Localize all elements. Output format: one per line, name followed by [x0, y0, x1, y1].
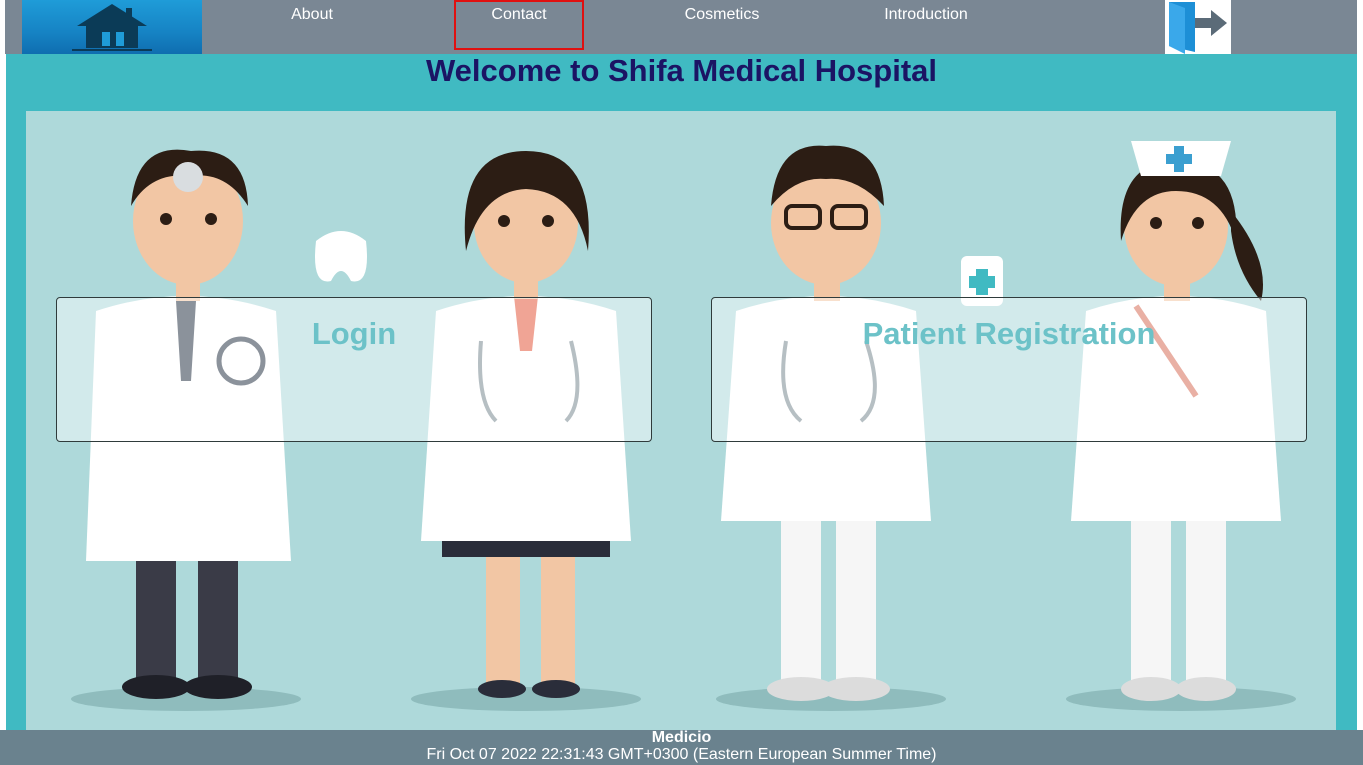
page-footer: Medicio Fri Oct 07 2022 22:31:43 GMT+030… — [0, 730, 1363, 765]
page-title: Welcome to Shifa Medical Hospital — [425, 53, 938, 88]
nav-cosmetics[interactable]: Cosmetics — [682, 0, 762, 50]
nav-about[interactable]: About — [290, 0, 334, 50]
patient-registration-card[interactable]: Patient Registration — [711, 297, 1307, 442]
login-label: Login — [311, 316, 397, 351]
logout-button[interactable] — [1165, 0, 1231, 54]
nav-contact[interactable]: Contact — [454, 0, 584, 50]
login-card[interactable]: Login — [56, 297, 652, 442]
patient-registration-label: Patient Registration — [862, 316, 1156, 351]
hospital-house-icon — [72, 4, 152, 51]
main-content: Welcome to Shifa Medical Hospital Login … — [6, 54, 1357, 730]
footer-datetime: Fri Oct 07 2022 22:31:43 GMT+0300 (Easte… — [426, 746, 937, 763]
footer-brand: Medicio — [651, 729, 712, 746]
nav-introduction[interactable]: Introduction — [881, 0, 971, 50]
top-navbar: About Contact Cosmetics Introduction — [5, 0, 1357, 54]
hospital-logo[interactable] — [22, 0, 202, 54]
logout-arrow-icon — [1169, 2, 1227, 54]
